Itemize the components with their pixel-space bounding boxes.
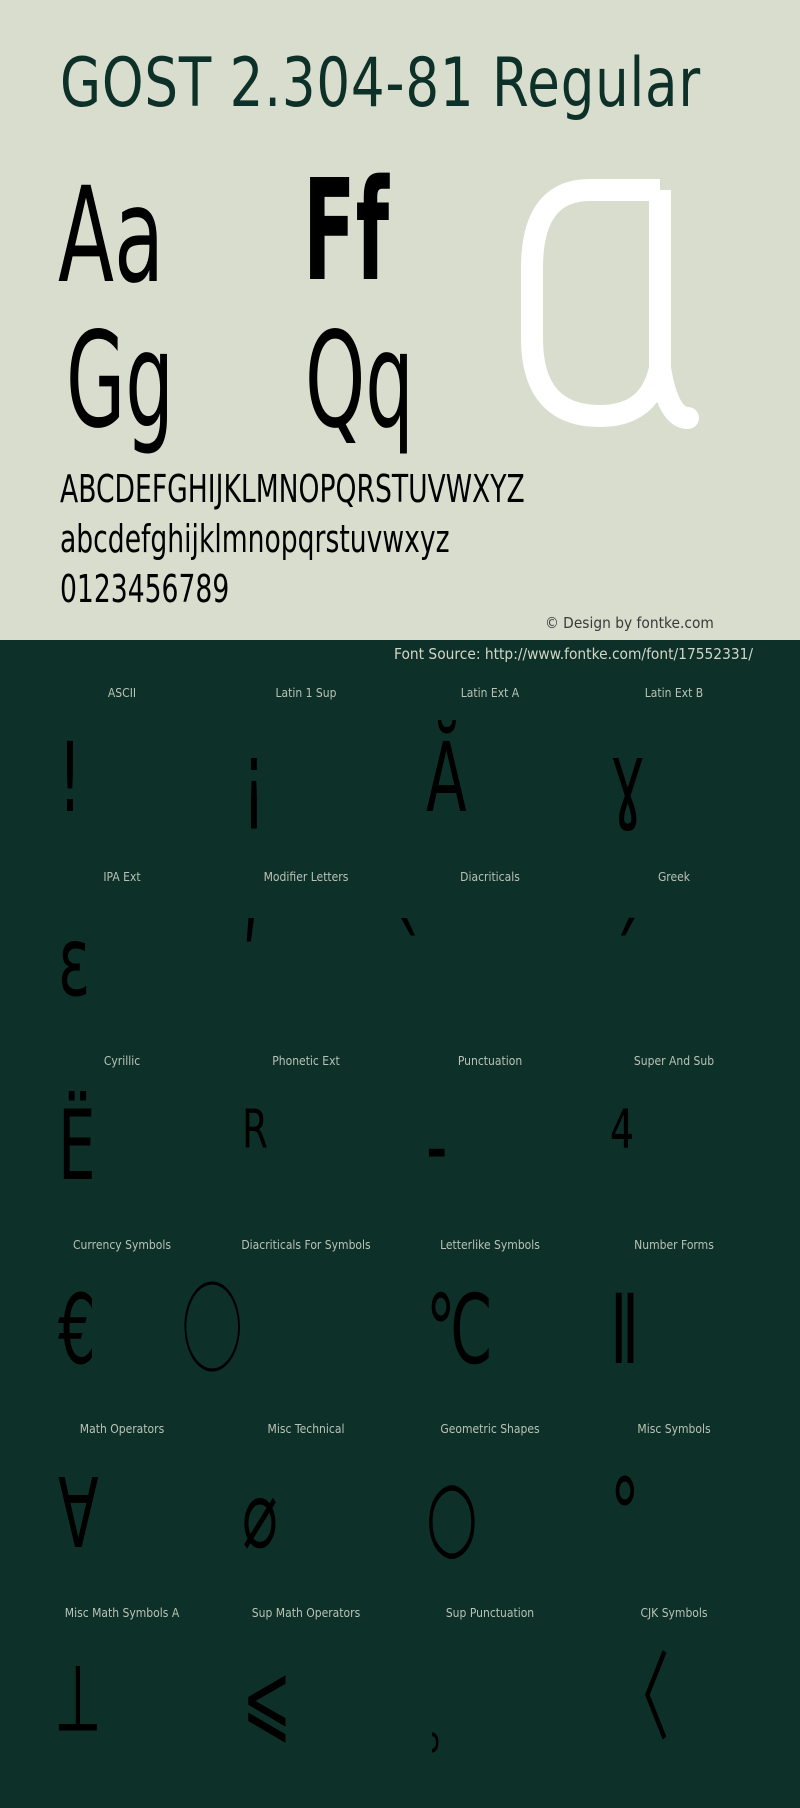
sample-pair-aa: Aa <box>58 159 165 313</box>
block-sample-glyph: ᴿ <box>242 1090 269 1202</box>
sample-pair-ff: Ff <box>303 150 390 313</box>
block-sample-glyph: ɛ <box>58 906 91 1018</box>
block-sample-glyph: ! <box>58 722 82 834</box>
unicode-block-cell: Misc Math Symbols A ⟂ <box>30 1600 214 1784</box>
block-sample-glyph: ʹ <box>242 906 259 1018</box>
block-sample-glyph: Ă <box>426 722 467 834</box>
block-label: Diacriticals For Symbols <box>241 1238 371 1252</box>
block-label: Diacriticals <box>460 870 520 884</box>
block-label: CJK Symbols <box>640 1606 708 1620</box>
unicode-block-cell: Punctuation ‐ <box>398 1048 582 1232</box>
font-title: GOST 2.304-81 Regular <box>60 44 701 123</box>
block-label: Misc Math Symbols A <box>64 1606 180 1620</box>
unicode-block-cell: Letterlike Symbols ℃ <box>398 1232 582 1416</box>
block-label: Modifier Letters <box>263 870 349 884</box>
block-sample-glyph: € <box>58 1274 96 1386</box>
unicode-block-cell: IPA Ext ɛ <box>30 864 214 1048</box>
block-label: Greek <box>657 870 691 884</box>
unicode-block-cell: Diacriticals̀ <box>398 864 582 1048</box>
sample-pair-gg: Gg <box>66 304 174 458</box>
unicode-block-cell: Math Operators ∀ <box>30 1416 214 1600</box>
unicode-block-cell: Greek ΄ <box>582 864 766 1048</box>
block-sample-glyph: ∀ <box>58 1458 99 1570</box>
digits-charset: 0123456789 <box>60 567 230 611</box>
block-sample-glyph: ‐ <box>426 1090 448 1202</box>
block-sample-glyph: 〈 <box>610 1642 670 1754</box>
unicode-block-cell: Super And Sub ⁴ <box>582 1048 766 1232</box>
unicode-block-cell: Modifier Letters ʹ <box>214 864 398 1048</box>
block-label: Super And Sub <box>633 1054 715 1068</box>
block-label: Geometric Shapes <box>440 1422 540 1436</box>
block-label: Number Forms <box>634 1238 714 1252</box>
design-credit: © Design by fontke.com <box>545 614 714 632</box>
font-preview-panel: GOST 2.304-81 Regular Aa Ff Gg Qq ABCDEF… <box>0 0 800 640</box>
unicode-block-cell: Number Forms Ⅱ <box>582 1232 766 1416</box>
block-label: ASCII <box>107 686 137 700</box>
block-label: Currency Symbols <box>73 1238 171 1252</box>
block-label: Latin 1 Sup <box>275 686 337 700</box>
block-sample-glyph: ⸒ <box>426 1642 445 1754</box>
block-label: Latin Ext A <box>460 686 520 700</box>
unicode-block-cell: Misc Technical ⌀ <box>214 1416 398 1600</box>
block-label: Letterlike Symbols <box>440 1238 540 1252</box>
unicode-block-cell: Misc Symbols ° <box>582 1416 766 1600</box>
unicode-block-cell: Phonetic Ext ᴿ <box>214 1048 398 1232</box>
block-label: Punctuation <box>457 1054 523 1068</box>
block-sample-glyph: ⟂ <box>58 1642 98 1754</box>
block-label: Math Operators <box>79 1422 165 1436</box>
block-sample-glyph: Ё <box>58 1090 96 1202</box>
block-sample-glyph: ⁴ <box>610 1090 634 1202</box>
unicode-block-cell: Latin Ext B ɣ <box>582 680 766 864</box>
unicode-block-cell: ASCII! <box>30 680 214 864</box>
unicode-block-cell: Sup Math Operators ⩽ <box>214 1600 398 1784</box>
unicode-block-cell: Diacriticals For Symbols⃝ <box>214 1232 398 1416</box>
block-label: Latin Ext B <box>644 686 704 700</box>
block-sample-glyph: ○ <box>426 1458 478 1570</box>
block-label: Misc Symbols <box>637 1422 711 1436</box>
unicode-block-grid: ASCII! Latin 1 Sup ¡ Latin Ext A Ă Latin Ext … <box>30 680 766 1784</box>
block-label: Sup Math Operators <box>251 1606 361 1620</box>
unicode-block-cell: Sup Punctuation ⸒ <box>398 1600 582 1784</box>
unicode-block-cell: CJK Symbols 〈 <box>582 1600 766 1784</box>
unicode-block-cell: Latin Ext A Ă <box>398 680 582 864</box>
unicode-block-cell: Latin 1 Sup ¡ <box>214 680 398 864</box>
unicode-block-cell: Currency Symbols € <box>30 1232 214 1416</box>
block-sample-glyph: ⌀ <box>242 1458 278 1570</box>
uppercase-charset: ABCDEFGHIJKLMNOPQRSTUVWXYZ <box>60 467 525 511</box>
unicode-block-cell: Geometric Shapes ○ <box>398 1416 582 1600</box>
block-label: IPA Ext <box>103 870 141 884</box>
block-label: Phonetic Ext <box>272 1054 340 1068</box>
block-sample-glyph: ¡ <box>242 722 266 834</box>
block-sample-glyph: ° <box>610 1458 640 1570</box>
lowercase-charset: abcdefghijklmnopqrstuvwxyz <box>60 517 450 561</box>
sample-pair-qq: Qq <box>305 304 414 458</box>
font-source-link[interactable]: Font Source: http://www.fontke.com/font/… <box>394 645 753 663</box>
block-label: Cyrillic <box>103 1054 141 1068</box>
block-sample-glyph: ⩽ <box>242 1642 292 1754</box>
featured-glyph-a <box>521 179 699 429</box>
unicode-block-cell: Cyrillic Ё <box>30 1048 214 1232</box>
block-sample-glyph: ℃ <box>426 1274 493 1386</box>
block-label: Sup Punctuation <box>445 1606 535 1620</box>
block-sample-glyph: Ⅱ <box>610 1274 640 1386</box>
block-sample-glyph: ΄ <box>610 906 640 1018</box>
block-label: Misc Technical <box>267 1422 345 1436</box>
block-sample-glyph: ɣ <box>610 722 646 834</box>
